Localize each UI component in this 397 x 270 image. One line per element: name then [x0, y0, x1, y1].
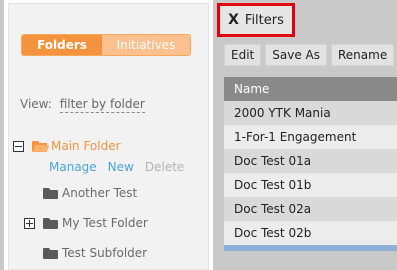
table-row[interactable]: Doc Test 02a — [224, 197, 397, 221]
tree-item-label: Another Test — [62, 186, 138, 200]
edit-button[interactable]: Edit — [224, 44, 262, 66]
table-row[interactable]: Doc Test 02b — [224, 221, 397, 245]
open-folder-icon — [32, 140, 50, 152]
folder-icon — [43, 187, 58, 199]
tree-item-my-test-folder[interactable]: My Test Folder — [24, 216, 148, 230]
tree-item-label: Test Subfolder — [62, 246, 148, 260]
tree-item-label: My Test Folder — [62, 216, 148, 230]
column-header-name[interactable]: Name — [224, 77, 397, 101]
folder-actions: Manage New Delete — [49, 160, 184, 174]
tab-initiatives[interactable]: Initiatives — [102, 35, 190, 55]
view-filter-select[interactable]: filter by folder — [59, 97, 145, 113]
tree-item-main-folder[interactable]: Main Folder — [13, 139, 121, 153]
table-row[interactable]: 2000 YTK Mania — [224, 101, 397, 125]
table-row[interactable]: 1-For-1 Engagement — [224, 125, 397, 149]
new-link[interactable]: New — [108, 160, 134, 174]
filters-label: Filters — [244, 12, 284, 28]
table-row[interactable]: Doc Test 01a — [224, 149, 397, 173]
tree-item-label: Main Folder — [51, 139, 121, 153]
table-row[interactable]: Doc Test 01b — [224, 173, 397, 197]
tab-folders[interactable]: Folders — [22, 35, 102, 55]
view-label: View: — [20, 97, 52, 111]
manage-link[interactable]: Manage — [49, 160, 97, 174]
collapse-icon[interactable] — [13, 140, 24, 152]
view-row: View: filter by folder — [20, 97, 145, 113]
table-row-selected[interactable] — [224, 245, 397, 251]
save-as-button[interactable]: Save As — [265, 44, 327, 66]
filters-button[interactable]: X Filters — [217, 3, 295, 37]
toolbar: Edit Save As Rename — [224, 44, 395, 66]
delete-link[interactable]: Delete — [145, 160, 184, 174]
tree-item-test-subfolder[interactable]: Test Subfolder — [43, 246, 147, 260]
close-icon: X — [228, 12, 239, 28]
tree-item-another-test[interactable]: Another Test — [43, 186, 137, 200]
rename-button[interactable]: Rename — [330, 44, 395, 66]
folders-initiatives-toggle: Folders Initiatives — [21, 34, 191, 56]
folder-icon — [43, 247, 58, 259]
expand-icon[interactable] — [24, 217, 35, 229]
filters-table: Name 2000 YTK Mania 1-For-1 Engagement D… — [224, 77, 397, 251]
folder-icon — [43, 217, 58, 229]
